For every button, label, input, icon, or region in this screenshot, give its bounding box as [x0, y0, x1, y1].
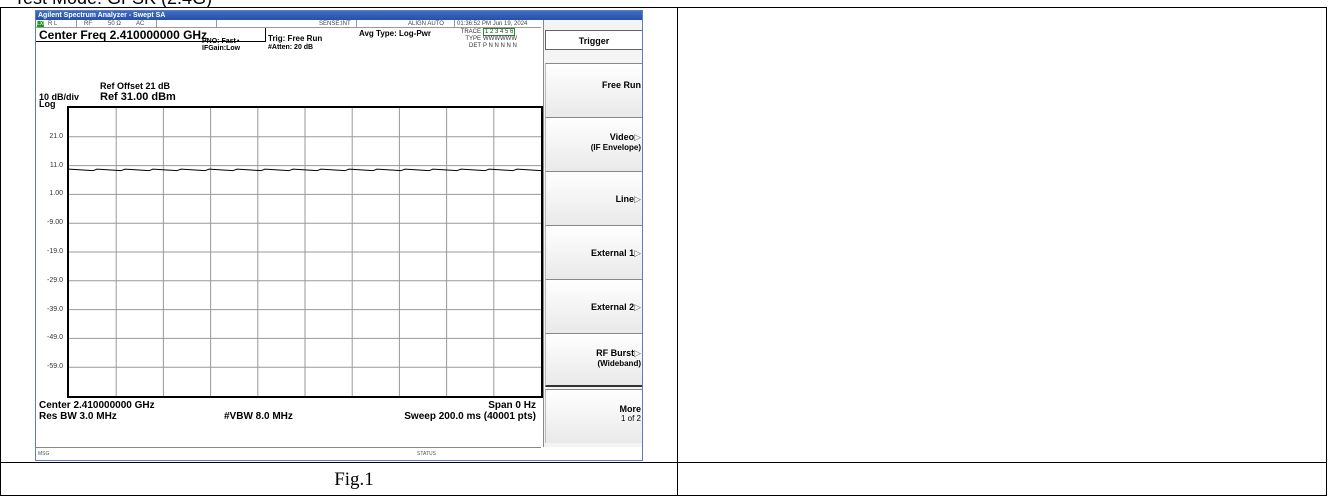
softkey-external-2-label: External 2	[591, 302, 635, 312]
y-tick-label: -19.0	[47, 248, 63, 255]
det-values: P N N N N N	[483, 43, 517, 49]
y-tick-label: 1.00	[49, 190, 63, 198]
y-tick-label: 21.0	[49, 132, 63, 140]
softkey-external-1[interactable]: External 1▷	[545, 225, 642, 279]
rl-indicator: R L	[48, 21, 58, 27]
attenuation-status: #Atten: 20 dB	[268, 44, 314, 51]
submenu-arrow-icon: ▷	[634, 248, 641, 258]
sense-indicator: SENSE:INT	[319, 21, 351, 27]
y-tick-label: -59.0	[47, 363, 63, 371]
datetime-indicator: 01:36:52 PM Jun 19, 2024	[457, 21, 528, 27]
figure-caption: Fig.1	[334, 469, 374, 490]
msg-label: MSG	[38, 451, 50, 457]
plot-svg	[68, 108, 542, 396]
y-tick-label: 11.0	[49, 161, 63, 169]
submenu-arrow-icon: ▷	[634, 348, 641, 358]
submenu-arrow-icon: ▷	[634, 194, 641, 204]
type-values: WWWWWW	[483, 36, 517, 42]
softkey-external-2[interactable]: External 2▷	[545, 279, 642, 333]
table-border-top	[0, 7, 1327, 8]
ifgain-indicator: IFGain:Low	[202, 45, 241, 52]
y-tick-label: -49.0	[47, 334, 63, 342]
spectrum-analyzer-screenshot: Agilent Spectrum Analyzer - Swept SA LXI…	[35, 10, 643, 461]
softkey-rf-burst-sub: (Wideband)	[597, 359, 641, 368]
span-label: Span 0 Hz	[488, 400, 536, 411]
analyzer-title-bar: Agilent Spectrum Analyzer - Swept SA	[36, 11, 642, 20]
ref-offset-label: Ref Offset 21 dB	[100, 81, 171, 91]
center-freq-bottom: Center 2.410000000 GHz	[39, 400, 155, 411]
trace-table: TRACE 1 2 3 4 5 6 TYPE WWWWWW DET P N N N N…	[459, 28, 517, 50]
scale-type-label: Log	[39, 99, 56, 109]
ref-level-label[interactable]: Ref 31.00 dBm	[100, 91, 176, 103]
analyzer-status-line: LXI R L RF 50 Ω AC SENSE:INT ALIGN AUTO …	[36, 20, 541, 28]
submenu-arrow-icon: ▷	[634, 302, 641, 312]
impedance-indicator: 50 Ω	[108, 21, 121, 27]
trace-label: TRACE	[460, 29, 481, 35]
det-label: DET	[469, 43, 481, 49]
y-tick-label: -39.0	[47, 305, 63, 313]
coupling-indicator: AC	[136, 21, 145, 27]
trigger-status: Trig: Free Run	[268, 34, 323, 43]
softkey-more-label: More	[619, 404, 641, 414]
table-border-left	[0, 7, 1, 496]
softkey-rf-burst[interactable]: RF Burst▷ (Wideband)	[545, 333, 642, 387]
softkey-video-label: Video	[609, 132, 635, 142]
submenu-arrow-icon: ▷	[634, 132, 641, 142]
softkey-video[interactable]: Video▷ (IF Envelope)	[545, 117, 642, 171]
softkey-external-1-label: External 1	[591, 248, 635, 258]
trace-values: 1 2 3 4 5 6	[483, 28, 516, 36]
softkey-video-sub: (IF Envelope)	[590, 143, 641, 152]
align-indicator: ALIGN AUTO	[408, 21, 444, 27]
center-freq-readout[interactable]: Center Freq 2.410000000 GHz	[39, 29, 207, 42]
avg-type-status: Avg Type: Log-Pwr	[359, 29, 431, 38]
table-border-right	[1326, 7, 1327, 496]
rf-indicator: RF	[84, 21, 92, 27]
type-label: TYPE	[465, 36, 481, 42]
vbw-label: #VBW 8.0 MHz	[224, 411, 293, 422]
y-tick-label: -29.0	[47, 276, 63, 284]
softkey-menu-title: Trigger	[545, 30, 642, 50]
y-tick-label: -9.00	[47, 219, 63, 227]
softkey-free-run[interactable]: Free Run	[545, 63, 642, 117]
table-border-bottom	[0, 495, 1327, 496]
lxi-badge: LXI	[37, 21, 45, 27]
res-bw-label: Res BW 3.0 MHz	[39, 411, 117, 422]
softkey-more[interactable]: More 1 of 2	[545, 389, 642, 443]
softkey-free-run-label: Free Run	[601, 80, 641, 90]
table-row-divider	[0, 462, 1327, 463]
status-label: STATUS	[417, 451, 436, 457]
softkey-rf-burst-label: RF Burst	[596, 348, 635, 358]
message-bar: MSG STATUS	[36, 447, 541, 460]
table-divider-middle	[677, 7, 678, 496]
plot-area	[67, 106, 543, 398]
softkey-line[interactable]: Line▷	[545, 171, 642, 225]
softkey-more-sub: 1 of 2	[620, 414, 641, 423]
softkey-line-label: Line	[615, 194, 635, 204]
sweep-label: Sweep 200.0 ms (40001 pts)	[404, 411, 536, 422]
softkey-panel: Trigger Free Run Video▷ (IF Envelope) Li…	[543, 20, 642, 447]
